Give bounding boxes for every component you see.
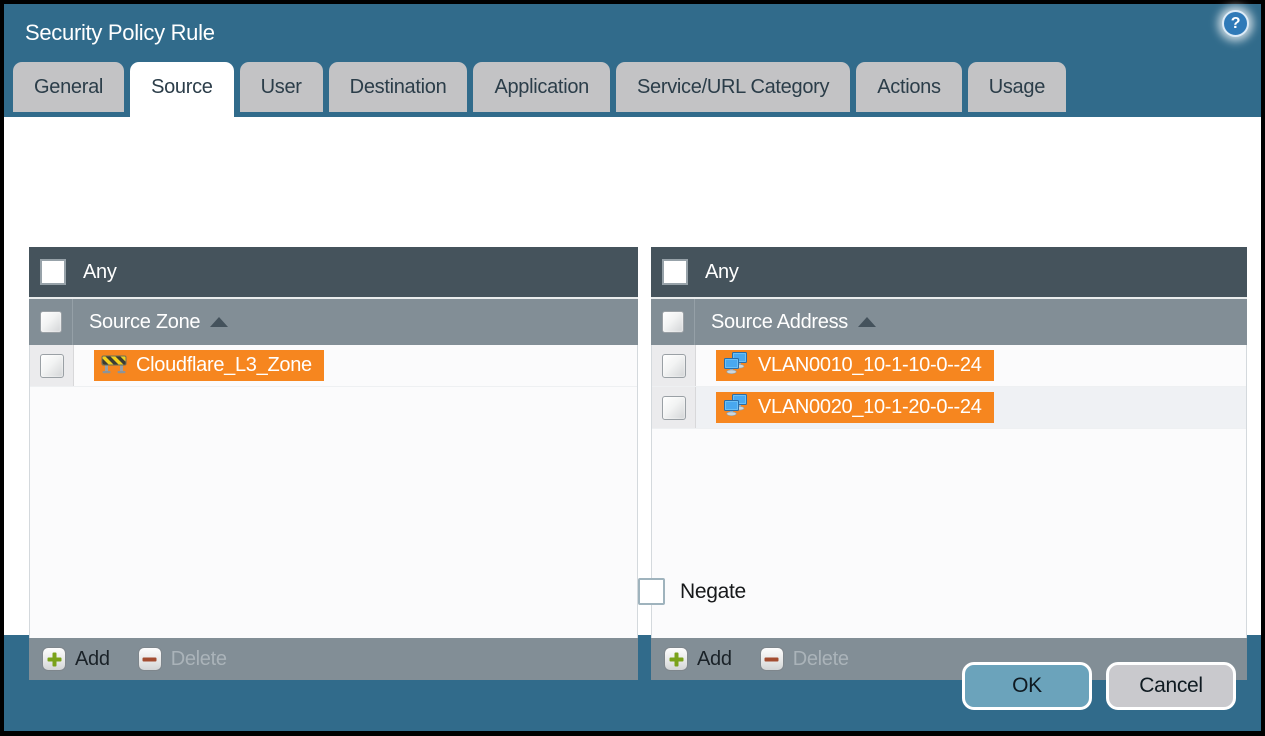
negate-checkbox[interactable] xyxy=(638,578,665,605)
source-zone-any-checkbox[interactable] xyxy=(40,259,66,285)
delete-button[interactable]: Delete xyxy=(759,647,849,671)
delete-button[interactable]: Delete xyxy=(137,647,227,671)
source-address-selected-item[interactable]: VLAN0010_10-1-10-0--24 xyxy=(716,350,994,381)
source-address-column-header[interactable]: Source Address xyxy=(651,297,1247,345)
help-glyph: ? xyxy=(1230,14,1241,32)
page-title: Security Policy Rule xyxy=(25,20,215,45)
tab-destination[interactable]: Destination xyxy=(328,62,468,112)
table-row[interactable]: VLAN0010_10-1-10-0--24 xyxy=(652,345,1246,387)
source-zone-footer: Add Delete xyxy=(29,638,638,680)
source-address-select-all-checkbox[interactable] xyxy=(661,311,684,333)
source-zone-list: Cloudflare_L3_Zone xyxy=(29,345,638,638)
plus-icon xyxy=(42,647,66,671)
table-row[interactable]: Cloudflare_L3_Zone xyxy=(30,345,637,387)
source-zone-column-header[interactable]: Source Zone xyxy=(29,297,638,345)
cancel-button[interactable]: Cancel xyxy=(1106,662,1236,710)
title-bar: Security Policy Rule xyxy=(4,4,1261,62)
row-checkbox[interactable] xyxy=(661,395,686,420)
source-zone-panel: Any Source Zone Cloudflare_L3_Zone Add D… xyxy=(29,247,638,680)
table-row[interactable]: VLAN0020_10-1-20-0--24 xyxy=(652,387,1246,429)
tab-application[interactable]: Application xyxy=(473,62,610,112)
source-address-selected-item[interactable]: VLAN0020_10-1-20-0--24 xyxy=(716,392,994,423)
negate-option: Negate xyxy=(638,578,746,605)
negate-label: Negate xyxy=(680,579,746,603)
row-checkbox[interactable] xyxy=(39,353,64,378)
tab-service-url-category[interactable]: Service/URL Category xyxy=(615,62,851,112)
ok-button[interactable]: OK xyxy=(962,662,1092,710)
tab-usage[interactable]: Usage xyxy=(967,62,1067,112)
tab-actions[interactable]: Actions xyxy=(856,62,962,112)
source-address-column-title: Source Address xyxy=(711,310,848,333)
minus-icon xyxy=(137,647,162,671)
tab-general[interactable]: General xyxy=(13,62,125,112)
source-zone-column-title: Source Zone xyxy=(89,310,201,333)
add-button[interactable]: Add xyxy=(664,647,732,671)
source-address-panel: Any Source Address VLAN0010_10-1-10-0--2… xyxy=(651,247,1247,680)
address-icon xyxy=(723,351,749,380)
tab-user[interactable]: User xyxy=(239,62,323,112)
sort-ascending-icon xyxy=(210,317,229,327)
source-zone-any-label: Any xyxy=(83,260,117,283)
source-zone-item-label: Cloudflare_L3_Zone xyxy=(136,354,312,376)
source-zone-selected-item[interactable]: Cloudflare_L3_Zone xyxy=(94,350,324,381)
address-icon xyxy=(723,393,749,422)
add-button[interactable]: Add xyxy=(42,647,110,671)
source-address-item-label: VLAN0010_10-1-10-0--24 xyxy=(758,354,982,376)
tab-source[interactable]: Source xyxy=(130,62,234,120)
source-zone-any-header: Any xyxy=(29,247,638,297)
source-address-any-header: Any xyxy=(651,247,1247,297)
sort-ascending-icon xyxy=(858,317,876,327)
tab-bar: General Source User Destination Applicat… xyxy=(4,62,1261,120)
tab-content-area: Any Source Zone Cloudflare_L3_Zone Add D… xyxy=(4,117,1261,680)
minus-icon xyxy=(759,647,784,671)
source-zone-select-all-checkbox[interactable] xyxy=(39,311,62,333)
source-address-any-label: Any xyxy=(705,260,739,283)
plus-icon xyxy=(664,647,688,671)
help-icon[interactable]: ? xyxy=(1222,10,1249,37)
row-checkbox[interactable] xyxy=(661,353,686,378)
source-address-item-label: VLAN0020_10-1-20-0--24 xyxy=(758,396,982,418)
source-address-any-checkbox[interactable] xyxy=(662,259,688,285)
zone-icon xyxy=(101,352,127,380)
